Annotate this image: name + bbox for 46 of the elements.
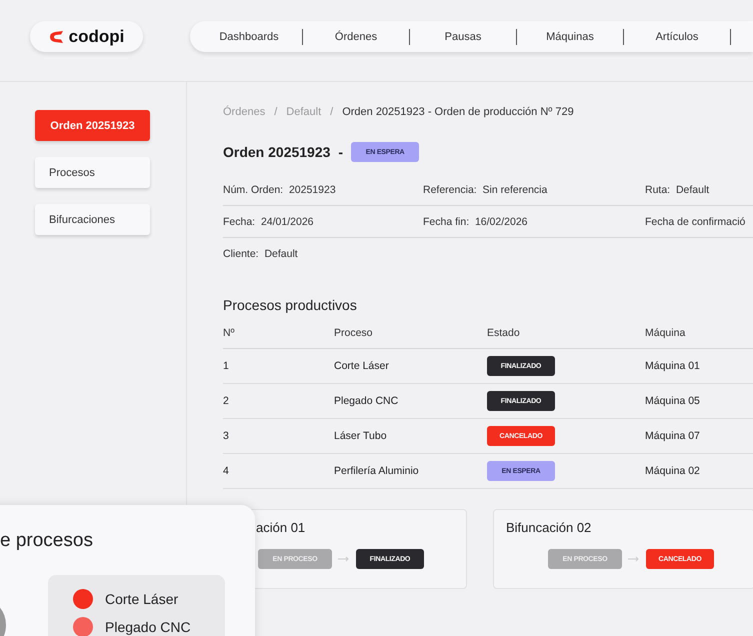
column-header: Máquina (645, 327, 686, 339)
legend-label: Plegado CNC (105, 619, 191, 635)
card-title: e procesos (0, 530, 93, 552)
table-cell-text: 4 (223, 465, 230, 477)
section-title: Procesos productivos (223, 297, 358, 313)
table-cell-text: 3 (223, 430, 230, 442)
info-field: Referencia: Sin referencia (423, 184, 645, 196)
order-title: Orden 20251923 (223, 144, 330, 160)
nav-link[interactable]: Dashboards (198, 30, 300, 42)
table-cell-text: Corte Láser (334, 360, 390, 372)
sidebar-item[interactable]: Bifurcaciones (35, 204, 150, 235)
nav-link[interactable]: Órdenes (305, 30, 407, 42)
card-title: Bifuncación 02 (506, 520, 592, 535)
info-field: Fecha de confirmació (645, 216, 753, 228)
table-cell-text: Máquina 07 (645, 430, 701, 442)
table-cell-text: Perfilería Aluminio (334, 465, 420, 477)
table-cell-text: Máquina 01 (645, 360, 701, 372)
info-field: Fecha: 24/01/2026 (223, 216, 423, 228)
nav-link[interactable]: Pausas (412, 30, 514, 42)
table-cell-text: 1 (223, 360, 230, 372)
column-header: Proceso (334, 327, 374, 339)
sidebar-item[interactable]: Procesos (35, 157, 150, 188)
legend-label: Corte Láser (105, 591, 178, 607)
nav-link[interactable]: Máquinas (519, 30, 621, 42)
logo-icon (48, 28, 65, 44)
sidebar-item[interactable]: Orden 20251923 (35, 110, 150, 141)
arrow-icon (338, 556, 350, 562)
arrow-icon (628, 556, 640, 562)
column-header: Nº (223, 327, 236, 339)
breadcrumb-separator: / (274, 106, 278, 118)
info-field: Cliente: Default (223, 248, 423, 260)
info-field: Fecha fin: 16/02/2026 (423, 216, 645, 228)
title-dash: - (338, 144, 344, 160)
table-cell-text: Láser Tubo (334, 430, 388, 442)
breadcrumb-item: Orden 20251923 - Orden de producción Nº 729 (342, 106, 574, 118)
breadcrumb-separator: / (330, 106, 334, 118)
info-field: Ruta: Default (645, 184, 753, 196)
nav-link[interactable]: Artículos (626, 30, 728, 42)
logo[interactable]: codopi (30, 21, 143, 52)
card-title: ación 01 (256, 520, 306, 535)
column-header: Estado (487, 327, 521, 339)
table-cell-text: Máquina 05 (645, 395, 701, 407)
table-cell-text: 2 (223, 395, 230, 407)
table-cell-text: Máquina 02 (645, 465, 701, 477)
table-cell-text: Plegado CNC (334, 395, 400, 407)
info-field: Núm. Orden: 20251923 (223, 184, 423, 196)
